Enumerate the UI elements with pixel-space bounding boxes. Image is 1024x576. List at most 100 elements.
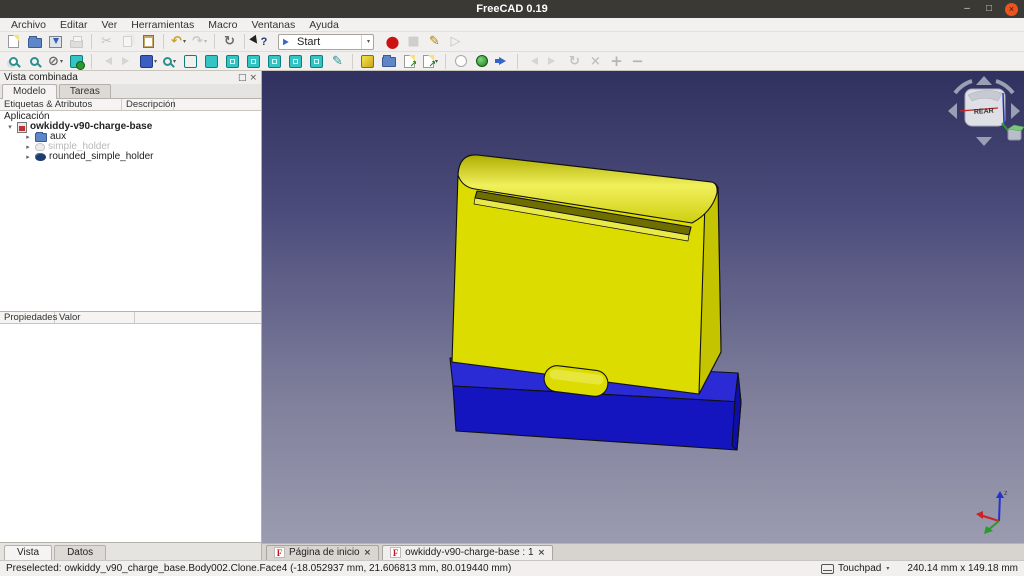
- macro-edit-button[interactable]: ✎: [425, 33, 444, 50]
- go-arrow-icon: [495, 57, 510, 65]
- cut-button[interactable]: ✂: [97, 33, 116, 50]
- 3d-viewport[interactable]: REAR z: [262, 71, 1024, 543]
- navigation-cube[interactable]: REAR: [948, 76, 1024, 146]
- menu-editar[interactable]: Editar: [53, 19, 94, 31]
- macro-play-button[interactable]: ▷: [446, 33, 465, 50]
- tab-close-icon[interactable]: ×: [538, 548, 546, 558]
- zoom-caret[interactable]: ▾: [173, 58, 176, 65]
- menu-ventanas[interactable]: Ventanas: [244, 19, 302, 31]
- print-button[interactable]: [67, 33, 86, 50]
- refresh-button[interactable]: ↻: [220, 33, 239, 50]
- make-link-button[interactable]: ↗: [400, 53, 419, 70]
- web-go-button[interactable]: [493, 53, 512, 70]
- menu-archivo[interactable]: Archivo: [4, 19, 53, 31]
- zoom-tools-button[interactable]: ▾: [160, 53, 179, 70]
- tree-column-labels[interactable]: Etiquetas & Atributos: [0, 99, 122, 110]
- maximize-button[interactable]: □: [983, 3, 995, 15]
- window-title: FreeCAD 0.19: [0, 3, 1024, 15]
- panel-float-icon[interactable]: □: [238, 73, 247, 83]
- open-file-button[interactable]: [25, 33, 44, 50]
- view-axonometric-button[interactable]: [181, 53, 200, 70]
- front-view-icon: [205, 55, 218, 68]
- tree-column-description[interactable]: Descripción: [122, 99, 174, 110]
- macro-stop-button[interactable]: ■: [404, 33, 423, 50]
- expander-collapsed-icon[interactable]: ▸: [24, 152, 32, 162]
- nav-cube-face-label[interactable]: REAR: [974, 108, 994, 116]
- tab-close-icon[interactable]: ×: [364, 548, 372, 558]
- draw-style-button[interactable]: ⊘▾: [46, 53, 65, 70]
- tab-tareas[interactable]: Tareas: [59, 84, 111, 98]
- properties-editor[interactable]: [0, 324, 261, 543]
- forward-arrow-icon: [122, 57, 133, 65]
- menu-herramientas[interactable]: Herramientas: [124, 19, 201, 31]
- web-home-button[interactable]: [472, 53, 491, 70]
- tab-datos[interactable]: Datos: [54, 545, 106, 560]
- zoom-out-button[interactable]: −: [628, 53, 647, 70]
- fit-selection-button[interactable]: [25, 53, 44, 70]
- measure-distance-button[interactable]: ✎: [328, 53, 347, 70]
- view-back-button[interactable]: [97, 53, 116, 70]
- tab-start-page[interactable]: F Página de inicio ×: [266, 545, 379, 560]
- menu-ver[interactable]: Ver: [94, 19, 124, 31]
- view-forward-button[interactable]: [118, 53, 137, 70]
- view-isometric-button[interactable]: ▾: [139, 53, 158, 70]
- draw-style-caret[interactable]: ▾: [60, 58, 63, 65]
- toolbar-separator: [352, 54, 353, 69]
- tab-document[interactable]: F owkiddy-v90-charge-base : 1 ×: [382, 545, 553, 560]
- nav-forward-button[interactable]: [544, 53, 563, 70]
- nav-back-button[interactable]: [523, 53, 542, 70]
- expander-collapsed-icon[interactable]: ▸: [24, 132, 32, 142]
- copy-icon: [123, 36, 132, 47]
- redo-button[interactable]: ↷▾: [190, 33, 209, 50]
- zoom-in-button[interactable]: +: [607, 53, 626, 70]
- web-stop-button[interactable]: [451, 53, 470, 70]
- new-file-button[interactable]: [4, 33, 23, 50]
- texture-view-button[interactable]: [67, 53, 86, 70]
- expander-collapsed-icon[interactable]: ▸: [24, 142, 32, 152]
- tab-vista[interactable]: Vista: [4, 545, 52, 560]
- macro-record-button[interactable]: ●: [383, 33, 402, 50]
- expander-expanded-icon[interactable]: ▾: [6, 122, 14, 132]
- open-folder-icon: [28, 38, 42, 48]
- workbench-dropdown-caret[interactable]: ▾: [367, 38, 370, 45]
- make-link-group-button[interactable]: ↗▾: [421, 53, 440, 70]
- workbench-selector[interactable]: Start ▾: [278, 34, 374, 50]
- nav-style-caret[interactable]: ▾: [886, 565, 889, 572]
- web-close-button[interactable]: ×: [586, 53, 605, 70]
- menu-ayuda[interactable]: Ayuda: [302, 19, 346, 31]
- web-refresh-button[interactable]: ↻: [565, 53, 584, 70]
- holder-yellow-body[interactable]: [452, 155, 721, 398]
- fit-all-button[interactable]: [4, 53, 23, 70]
- whats-this-button[interactable]: ?: [250, 33, 269, 50]
- tab-modelo[interactable]: Modelo: [2, 84, 57, 99]
- isometric-caret[interactable]: ▾: [154, 58, 157, 65]
- properties-column[interactable]: Propiedades: [0, 312, 55, 323]
- copy-button[interactable]: [118, 33, 137, 50]
- dimension-readout: 240.14 mm x 149.18 mm: [907, 563, 1018, 574]
- create-part-button[interactable]: [358, 53, 377, 70]
- toolbar-separator: [91, 54, 92, 69]
- value-column[interactable]: Valor: [55, 312, 135, 323]
- menu-macro[interactable]: Macro: [201, 19, 244, 31]
- undo-button[interactable]: ↶▾: [169, 33, 188, 50]
- tree-item-aux[interactable]: ▸ aux: [0, 132, 261, 142]
- view-top-button[interactable]: [223, 53, 242, 70]
- nav-style-label[interactable]: Touchpad: [838, 563, 881, 574]
- view-left-button[interactable]: [307, 53, 326, 70]
- paste-button[interactable]: [139, 33, 158, 50]
- tree-item-document[interactable]: ▾ owkiddy-v90-charge-base: [0, 122, 261, 132]
- panel-close-icon[interactable]: ×: [249, 73, 257, 83]
- web-refresh-icon: ↻: [569, 55, 580, 68]
- minimize-button[interactable]: –: [961, 3, 973, 15]
- close-button[interactable]: ×: [1005, 3, 1018, 16]
- view-right-button[interactable]: [244, 53, 263, 70]
- tree-item-rounded-simple-holder[interactable]: ▸ rounded_simple_holder: [0, 152, 261, 162]
- create-group-button[interactable]: [379, 53, 398, 70]
- redo-dropdown-caret[interactable]: ▾: [204, 38, 207, 45]
- view-rear-button[interactable]: [265, 53, 284, 70]
- fit-all-icon: [9, 57, 18, 66]
- undo-dropdown-caret[interactable]: ▾: [183, 38, 186, 45]
- view-front-button[interactable]: [202, 53, 221, 70]
- view-bottom-button[interactable]: [286, 53, 305, 70]
- save-button[interactable]: [46, 33, 65, 50]
